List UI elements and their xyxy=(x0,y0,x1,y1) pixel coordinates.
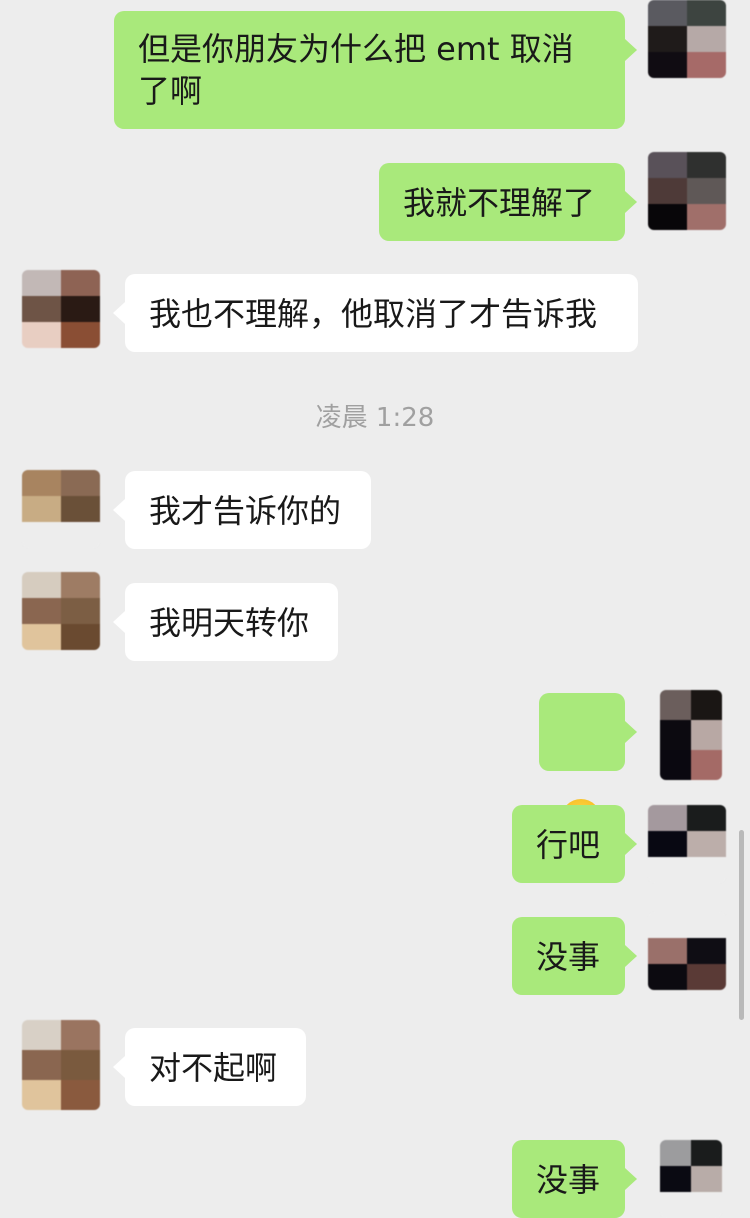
timestamp: 凌晨 1:28 xyxy=(315,403,435,433)
my-avatar[interactable] xyxy=(648,805,726,883)
message-bubble-sent[interactable]: 行吧 xyxy=(512,805,637,883)
message-bubble-sent[interactable] xyxy=(539,693,637,839)
contact-avatar[interactable] xyxy=(22,572,100,650)
my-avatar[interactable] xyxy=(648,0,726,78)
message-bubble-received[interactable]: 我才告诉你的 xyxy=(113,471,371,549)
message-bubble-sent[interactable]: 没事 xyxy=(512,917,637,995)
contact-avatar[interactable] xyxy=(22,270,100,348)
chat-area: 但是你朋友为什么把 emt 取消了啊 我就不理解了 我也不理解，他取消了才告诉我… xyxy=(0,0,750,1218)
my-avatar[interactable] xyxy=(648,152,726,230)
scrollbar[interactable] xyxy=(739,830,744,1020)
my-avatar[interactable] xyxy=(660,690,722,780)
my-avatar[interactable] xyxy=(648,912,726,990)
contact-avatar[interactable] xyxy=(22,470,100,548)
message-bubble-received[interactable]: 我也不理解，他取消了才告诉我 xyxy=(113,274,638,352)
contact-avatar[interactable] xyxy=(22,1020,100,1110)
message-bubble-received[interactable]: 对不起啊 xyxy=(113,1028,306,1106)
message-bubble-sent[interactable]: 但是你朋友为什么把 emt 取消了啊 xyxy=(114,11,637,129)
message-bubble-sent[interactable]: 没事 xyxy=(512,1140,637,1218)
message-bubble-received[interactable]: 我明天转你 xyxy=(113,583,338,661)
message-bubble-sent[interactable]: 我就不理解了 xyxy=(379,163,637,241)
my-avatar[interactable] xyxy=(660,1140,722,1218)
